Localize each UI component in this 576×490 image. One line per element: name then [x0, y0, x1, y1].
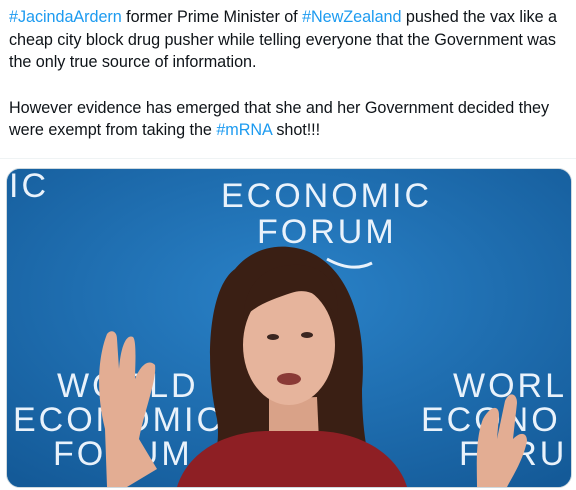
- tweet-paragraph-1: #JacindaArdern former Prime Minister of …: [9, 6, 569, 74]
- backdrop-text-top-left: IC: [9, 169, 49, 205]
- backdrop-forum: FORUM: [257, 213, 397, 251]
- mouth: [277, 373, 301, 385]
- tweet-text-segment: shot!!!: [271, 121, 321, 139]
- tweet-text: #JacindaArdern former Prime Minister of …: [9, 6, 569, 142]
- photo-illustration: IC ECONOMIC FORUM WORLD ECONOMIC FORUM W…: [7, 169, 571, 487]
- hashtag-mrna[interactable]: #mRNA: [216, 121, 272, 139]
- hashtag-new-zealand[interactable]: #NewZealand: [302, 8, 401, 26]
- hashtag-jacinda-ardern[interactable]: #JacindaArdern: [9, 8, 122, 26]
- divider: [0, 158, 576, 159]
- tweet-paragraph-2: However evidence has emerged that she an…: [9, 97, 569, 142]
- eye-left: [267, 334, 279, 340]
- backdrop-economic: ECONOMIC: [221, 177, 432, 215]
- tweet-photo[interactable]: IC ECONOMIC FORUM WORLD ECONOMIC FORUM W…: [6, 168, 572, 488]
- tweet-text-segment: former Prime Minister of: [121, 8, 303, 26]
- eye-right: [301, 332, 313, 338]
